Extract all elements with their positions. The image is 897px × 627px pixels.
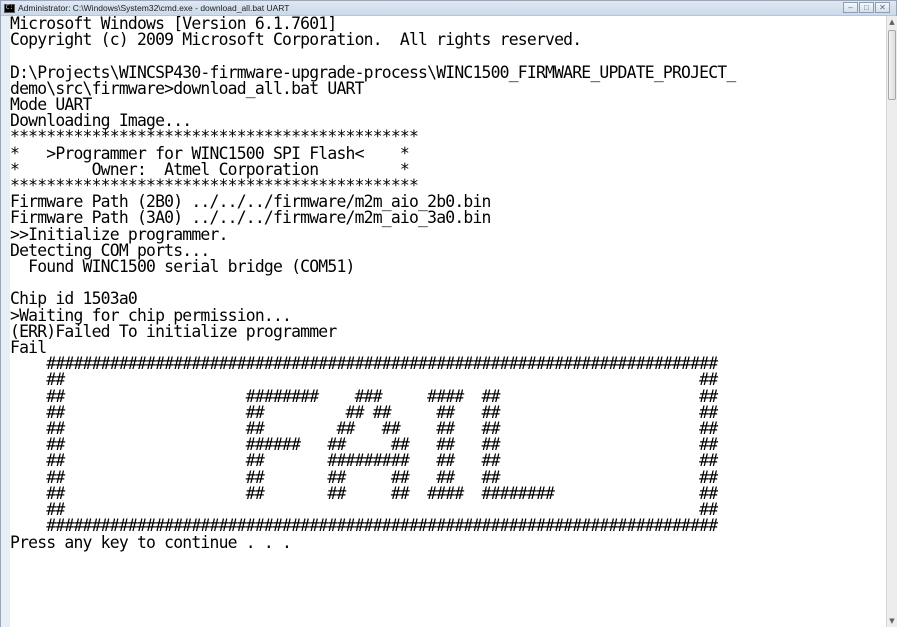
caption-buttons: – □ ✕ bbox=[842, 2, 890, 13]
scroll-down-icon[interactable]: ▼ bbox=[887, 615, 897, 627]
console-line: Press any key to continue . . . bbox=[10, 532, 292, 552]
scroll-thumb[interactable] bbox=[888, 30, 896, 100]
minimize-button[interactable]: – bbox=[843, 2, 858, 13]
console-line: Copyright (c) 2009 Microsoft Corporation… bbox=[10, 30, 582, 50]
maximize-button[interactable]: □ bbox=[859, 2, 874, 13]
maximize-icon: □ bbox=[864, 2, 869, 12]
console-output[interactable]: Microsoft Windows [Version 6.1.7601] Cop… bbox=[10, 16, 886, 627]
cmd-window: C: Administrator: C:\Windows\System32\cm… bbox=[0, 0, 897, 627]
window-title: Administrator: C:\Windows\System32\cmd.e… bbox=[18, 3, 290, 13]
close-button[interactable]: ✕ bbox=[875, 2, 890, 13]
close-icon: ✕ bbox=[879, 2, 886, 12]
console-text: Microsoft Windows [Version 6.1.7601] Cop… bbox=[10, 16, 886, 551]
console-line: (ERR)Failed To initialize programmer bbox=[10, 321, 337, 341]
console-line: Found WINC1500 serial bridge (COM51) bbox=[10, 257, 355, 277]
cmd-icon[interactable]: C: bbox=[4, 3, 15, 13]
scroll-up-icon[interactable]: ▲ bbox=[887, 16, 897, 28]
title-bar[interactable]: C: Administrator: C:\Windows\System32\cm… bbox=[1, 1, 896, 16]
vertical-scrollbar[interactable]: ▲ ▼ bbox=[886, 16, 897, 627]
window-frame-left bbox=[1, 16, 10, 627]
minimize-icon: – bbox=[848, 2, 853, 12]
